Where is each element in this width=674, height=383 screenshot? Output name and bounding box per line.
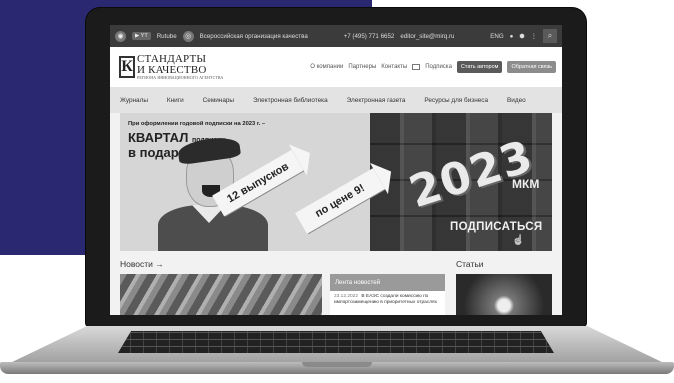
list-item[interactable]: 23.12.2022 В ЕАЭС создали комиссию по им… [330, 291, 445, 309]
vk-icon[interactable]: ◉ [115, 30, 126, 42]
nav-item-books[interactable]: Книги [167, 97, 184, 104]
logo-mark-icon: К [119, 55, 135, 78]
youtube-icon[interactable]: ▶ YT [132, 32, 151, 40]
menu-dots-icon[interactable]: ⋮ [531, 33, 537, 40]
nav-item-video[interactable]: Видео [507, 97, 526, 104]
banner-mkm-label: МКМ [512, 177, 540, 191]
email-link[interactable]: editor_site@mirq.ru [400, 33, 454, 40]
mail-icon [412, 64, 421, 70]
banner-offer-text: При оформлении годовой подписки на 2023 … [128, 121, 266, 127]
news-section-title[interactable]: Новости → [120, 259, 164, 269]
cart-icon[interactable]: ⬢ [519, 33, 524, 40]
news-date: 23.12.2022 [334, 294, 359, 299]
news-feed: Лента новостей 23.12.2022 В ЕАЭС создали… [330, 274, 445, 315]
nav-item-business-resources[interactable]: Ресурсы для бизнеса [424, 97, 488, 104]
logo-line2: И КАЧЕСТВО [137, 63, 207, 76]
banner-subscribe-button[interactable]: ПОДПИСАТЬСЯ [450, 221, 542, 233]
search-icon[interactable]: ⌕ [543, 29, 558, 43]
nav-item-seminars[interactable]: Семинары [203, 97, 234, 104]
logo-tagline: РЕГИОНА ИННОВАЦИОННОГО АГЕНТСТВА [137, 75, 224, 81]
news-feed-title[interactable]: Лента новостей [330, 274, 445, 291]
site-header: К СТАНДАРТЫ И КАЧЕСТВО РЕГИОНА ИННОВАЦИО… [110, 47, 562, 87]
phone-number[interactable]: +7 (495) 771 6652 [344, 33, 395, 40]
site-logo[interactable]: К СТАНДАРТЫ И КАЧЕСТВО РЕГИОНА ИННОВАЦИО… [119, 53, 224, 81]
laptop-notch [302, 362, 372, 367]
laptop-screen: ◉ ▶ YT Rutube ◎ Всероссийская организаци… [110, 25, 562, 315]
article-photo-image[interactable] [456, 274, 552, 315]
rutube-link[interactable]: Rutube [157, 33, 177, 40]
nav-item-e-library[interactable]: Электронная библиотека [253, 97, 328, 104]
organization-link[interactable]: Всероссийская организация качества [200, 33, 308, 40]
become-author-button[interactable]: Стать автором [456, 61, 503, 73]
nav-item-journals[interactable]: Журналы [120, 97, 148, 104]
header-link-subscription[interactable]: Подписка [425, 64, 452, 70]
header-link-company[interactable]: О компании [310, 64, 343, 70]
organization-icon: ◎ [182, 30, 194, 42]
top-bar: ◉ ▶ YT Rutube ◎ Всероссийская организаци… [110, 25, 562, 47]
laptop-keyboard [118, 331, 554, 353]
promo-banner[interactable]: При оформлении годовой подписки на 2023 … [120, 113, 552, 251]
nav-item-e-newspaper[interactable]: Электронная газета [347, 97, 406, 104]
main-nav: Журналы Книги Семинары Электронная библи… [110, 87, 562, 113]
feedback-button[interactable]: Обратная связь [507, 61, 556, 73]
hand-cursor-icon: ☝ [512, 235, 525, 246]
user-icon[interactable]: ● [510, 33, 514, 40]
header-link-contacts[interactable]: Контакты [381, 64, 407, 70]
header-link-partners[interactable]: Партнеры [348, 64, 376, 70]
news-photo-image[interactable] [120, 274, 322, 315]
language-switch[interactable]: ENG [490, 33, 503, 40]
articles-section-title[interactable]: Статьи [456, 259, 484, 269]
